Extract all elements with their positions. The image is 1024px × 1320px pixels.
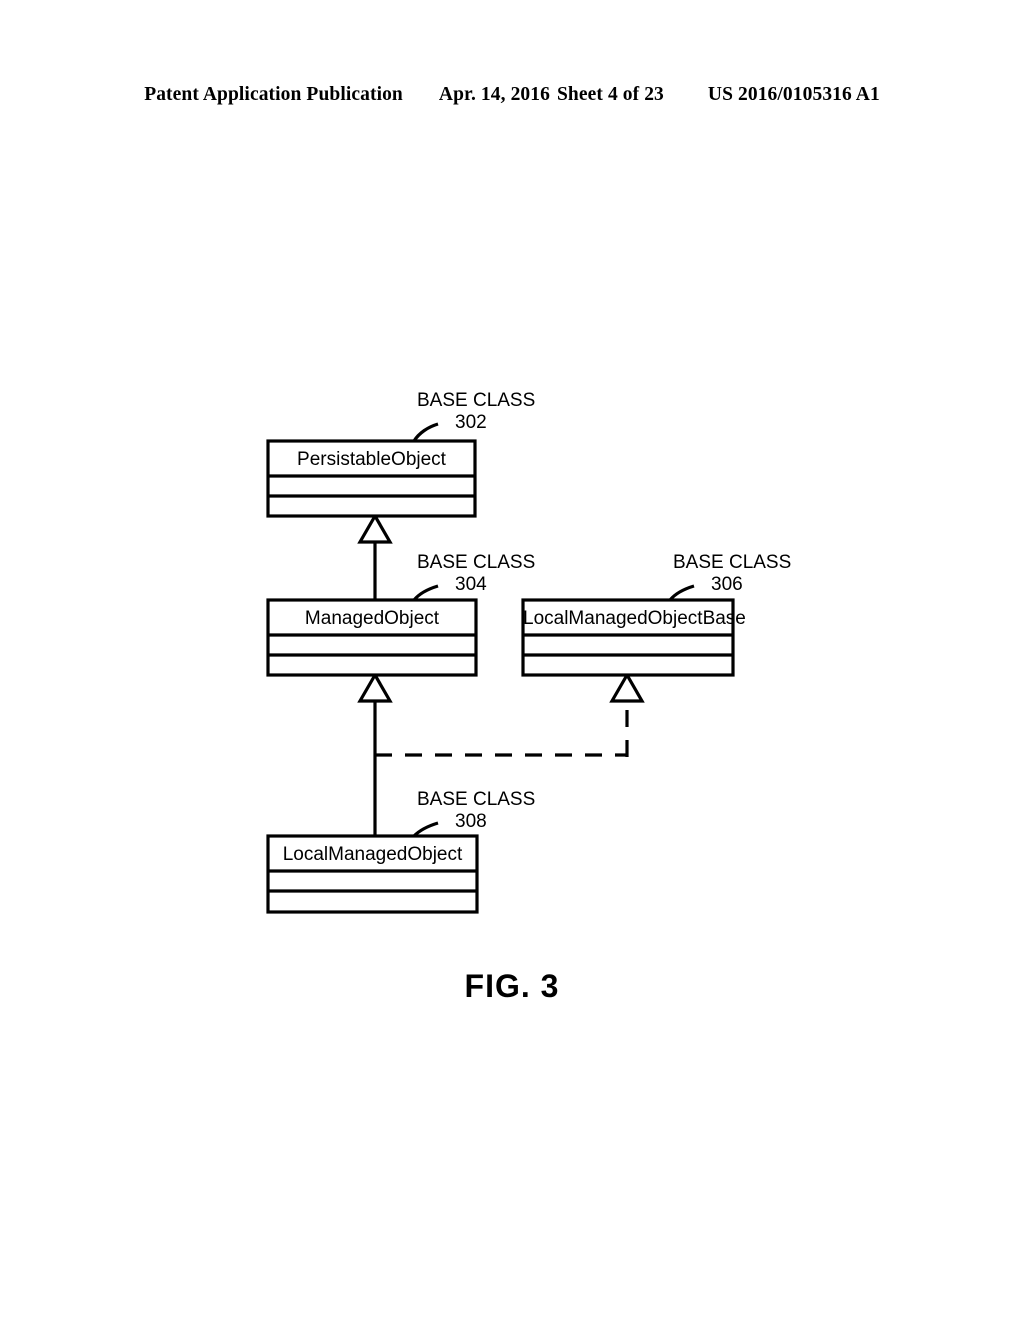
reference-numeral-308: 308 (455, 811, 487, 832)
leader-line-308 (412, 821, 439, 838)
figure-caption: FIG. 3 (464, 968, 560, 1004)
class-name-persistable-object: PersistableObject (297, 449, 446, 470)
leader-line-304 (412, 584, 439, 602)
connector-managed-to-persistable (357, 512, 393, 600)
uml-class-diagram: PersistableObject ManagedObject LocalMan… (0, 0, 1024, 1320)
class-name-local-managed-object-base: LocalManagedObjectBase (523, 608, 746, 629)
reference-numeral-302: 302 (455, 412, 487, 433)
annotation-base-class-304: BASE CLASS (417, 552, 536, 573)
reference-numeral-304: 304 (455, 574, 487, 595)
reference-numeral-306: 306 (711, 574, 743, 595)
annotation-base-class-308: BASE CLASS (417, 789, 536, 810)
class-name-local-managed-object: LocalManagedObject (282, 844, 463, 865)
leader-line-306 (668, 584, 695, 602)
connector-local-to-localbase (375, 671, 645, 757)
annotation-base-class-302: BASE CLASS (417, 390, 536, 411)
annotation-base-class-306: BASE CLASS (673, 552, 792, 573)
class-name-managed-object: ManagedObject (304, 608, 440, 629)
diagram-vector-layer (266, 422, 735, 914)
leader-line-302 (412, 422, 439, 442)
